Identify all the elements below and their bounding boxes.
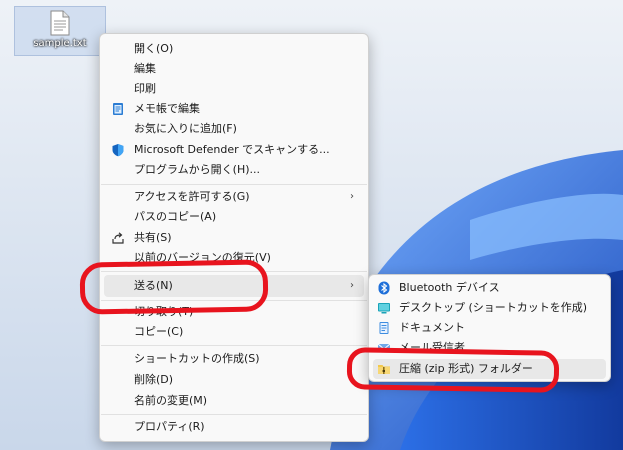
menu-item-properties[interactable]: プロパティ(R) <box>104 417 364 437</box>
menu-item-label: 編集 <box>134 62 156 75</box>
notepad-icon <box>113 103 123 115</box>
submenu-item-label: 圧縮 (zip 形式) フォルダー <box>399 362 533 375</box>
menu-item-edit[interactable]: 編集 <box>104 59 364 79</box>
menu-item-label: 名前の変更(M) <box>134 394 208 407</box>
chevron-right-icon: › <box>350 191 354 202</box>
menu-item-open[interactable]: 開く(O) <box>104 39 364 59</box>
desktop-icon <box>378 303 390 314</box>
share-icon <box>112 232 124 244</box>
text-file-icon <box>50 10 70 36</box>
send-to-mail-recipient[interactable]: メール受信者 <box>373 338 606 358</box>
menu-item-send-to[interactable]: 送る(N) › <box>104 275 364 297</box>
desktop-file-item[interactable]: sample.txt <box>14 6 106 56</box>
menu-separator <box>101 300 367 301</box>
menu-separator <box>101 184 367 185</box>
mail-icon <box>377 343 391 352</box>
submenu-item-label: ドキュメント <box>399 321 465 334</box>
menu-item-create-shortcut[interactable]: ショートカットの作成(S) <box>104 349 364 369</box>
bluetooth-icon <box>378 281 390 295</box>
menu-item-defender-scan[interactable]: Microsoft Defender でスキャンする... <box>104 140 364 160</box>
menu-item-label: 切り取り(T) <box>134 305 194 318</box>
menu-item-label: 以前のバージョンの復元(V) <box>134 251 271 264</box>
menu-item-copy[interactable]: コピー(C) <box>104 322 364 342</box>
menu-separator <box>101 345 367 346</box>
submenu-item-label: メール受信者 <box>399 341 465 354</box>
send-to-submenu: Bluetooth デバイス デスクトップ (ショートカットを作成) ドキュメン… <box>368 274 611 382</box>
menu-item-label: 印刷 <box>134 82 156 95</box>
documents-icon <box>379 322 389 334</box>
send-to-documents[interactable]: ドキュメント <box>373 318 606 338</box>
menu-item-open-with[interactable]: プログラムから開く(H)... <box>104 160 364 180</box>
menu-item-label: ショートカットの作成(S) <box>134 352 260 365</box>
menu-item-label: コピー(C) <box>134 325 184 338</box>
menu-item-label: パスのコピー(A) <box>134 210 217 223</box>
menu-item-restore-versions[interactable]: 以前のバージョンの復元(V) <box>104 248 364 268</box>
menu-item-delete[interactable]: 削除(D) <box>104 370 364 390</box>
chevron-right-icon: › <box>350 280 354 291</box>
menu-item-edit-notepad[interactable]: メモ帳で編集 <box>104 99 364 119</box>
desktop-file-label: sample.txt <box>33 38 87 49</box>
menu-item-label: 共有(S) <box>134 231 172 244</box>
menu-separator <box>101 414 367 415</box>
menu-item-label: プロパティ(R) <box>134 420 205 433</box>
menu-item-label: アクセスを許可する(G) <box>134 190 250 203</box>
menu-item-copy-path[interactable]: パスのコピー(A) <box>104 207 364 227</box>
submenu-item-label: デスクトップ (ショートカットを作成) <box>399 301 588 314</box>
zip-folder-icon <box>378 365 390 374</box>
menu-item-label: 開く(O) <box>134 42 174 55</box>
menu-item-add-favorites[interactable]: お気に入りに追加(F) <box>104 119 364 139</box>
menu-item-label: プログラムから開く(H)... <box>134 163 261 176</box>
menu-item-print[interactable]: 印刷 <box>104 79 364 99</box>
menu-item-label: メモ帳で編集 <box>134 102 200 115</box>
menu-separator <box>101 271 367 272</box>
menu-item-label: 送る(N) <box>134 279 173 292</box>
menu-item-share[interactable]: 共有(S) <box>104 228 364 248</box>
menu-item-label: Microsoft Defender でスキャンする... <box>134 143 330 156</box>
send-to-zip-folder[interactable]: 圧縮 (zip 形式) フォルダー <box>373 359 606 379</box>
menu-item-give-access[interactable]: アクセスを許可する(G) › <box>104 187 364 207</box>
menu-item-label: お気に入りに追加(F) <box>134 122 237 135</box>
menu-item-label: 削除(D) <box>134 373 174 386</box>
send-to-desktop[interactable]: デスクトップ (ショートカットを作成) <box>373 298 606 318</box>
menu-item-cut[interactable]: 切り取り(T) <box>104 302 364 322</box>
send-to-bluetooth[interactable]: Bluetooth デバイス <box>373 278 606 298</box>
menu-item-rename[interactable]: 名前の変更(M) <box>104 391 364 411</box>
context-menu: 開く(O) 編集 印刷 メモ帳で編集 お気に入りに追加(F) Microsoft… <box>99 33 369 442</box>
submenu-item-label: Bluetooth デバイス <box>399 281 500 294</box>
defender-shield-icon <box>112 144 124 157</box>
